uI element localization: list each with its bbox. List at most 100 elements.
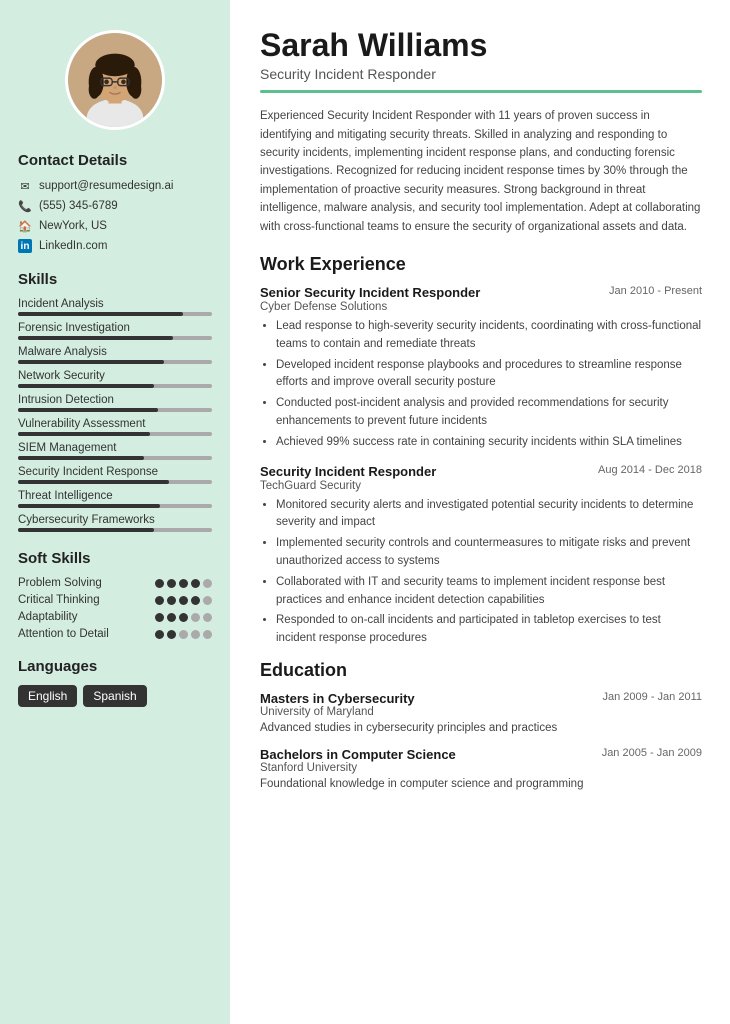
dot <box>179 630 188 639</box>
contact-location: 🏠 NewYork, US <box>18 219 212 233</box>
phone-icon: 📞 <box>18 199 32 213</box>
skill-item: Forensic Investigation <box>18 322 212 340</box>
job-bullet: Conducted post-incident analysis and pro… <box>276 395 702 431</box>
skill-bar-bg <box>18 336 212 340</box>
home-icon: 🏠 <box>18 219 32 233</box>
job-header: Security Incident Responder Aug 2014 - D… <box>260 464 702 479</box>
linkedin-icon: in <box>18 239 32 253</box>
soft-skill-item: Attention to Detail <box>18 628 212 640</box>
skill-bar-fill <box>18 384 154 388</box>
summary-text: Experienced Security Incident Responder … <box>260 107 702 236</box>
skill-item: Intrusion Detection <box>18 394 212 412</box>
job-bullet: Developed incident response playbooks an… <box>276 357 702 393</box>
job-bullet: Lead response to high-severity security … <box>276 318 702 354</box>
skill-item: Security Incident Response <box>18 466 212 484</box>
job-company: TechGuard Security <box>260 480 702 492</box>
skill-bar-fill <box>18 360 164 364</box>
dot <box>179 613 188 622</box>
skill-bar-fill <box>18 480 169 484</box>
edu-date: Jan 2005 - Jan 2009 <box>602 747 702 759</box>
dots <box>155 613 212 622</box>
dot <box>203 630 212 639</box>
dot <box>155 630 164 639</box>
soft-skill-name: Critical Thinking <box>18 594 113 606</box>
job-bullet: Monitored security alerts and investigat… <box>276 497 702 533</box>
dot <box>203 579 212 588</box>
skill-name: Cybersecurity Frameworks <box>18 514 212 526</box>
lang-spanish: Spanish <box>83 685 146 707</box>
dot <box>203 596 212 605</box>
dot <box>191 630 200 639</box>
skill-bar-bg <box>18 408 212 412</box>
soft-skills-list: Problem Solving Critical Thinking Adapta… <box>18 577 212 640</box>
soft-skill-name: Adaptability <box>18 611 113 623</box>
skill-bar-fill <box>18 312 183 316</box>
candidate-job-title: Security Incident Responder <box>260 66 702 82</box>
dot <box>155 579 164 588</box>
edu-school: University of Maryland <box>260 706 702 718</box>
contact-title: Contact Details <box>18 152 212 169</box>
dots <box>155 630 212 639</box>
skill-bar-bg <box>18 432 212 436</box>
skill-bar-fill <box>18 336 173 340</box>
skill-name: Malware Analysis <box>18 346 212 358</box>
edu-degree: Bachelors in Computer Science <box>260 747 456 762</box>
job-title-name: Security Incident Responder <box>260 464 436 479</box>
soft-skill-item: Critical Thinking <box>18 594 212 606</box>
avatar <box>65 30 165 130</box>
skill-bar-bg <box>18 312 212 316</box>
skill-name: Threat Intelligence <box>18 490 212 502</box>
skill-bar-bg <box>18 456 212 460</box>
job-bullet: Responded to on-call incidents and parti… <box>276 612 702 648</box>
skill-item: SIEM Management <box>18 442 212 460</box>
soft-skill-name: Problem Solving <box>18 577 113 589</box>
job-bullet: Achieved 99% success rate in containing … <box>276 434 702 452</box>
contact-location-text: NewYork, US <box>39 220 107 232</box>
dot <box>191 613 200 622</box>
dot <box>167 613 176 622</box>
accent-divider <box>260 90 702 93</box>
skill-bar-bg <box>18 360 212 364</box>
job-bullet: Collaborated with IT and security teams … <box>276 574 702 610</box>
contact-linkedin: in LinkedIn.com <box>18 239 212 253</box>
skill-name: Intrusion Detection <box>18 394 212 406</box>
soft-skill-name: Attention to Detail <box>18 628 113 640</box>
skill-name: Forensic Investigation <box>18 322 212 334</box>
job-title-name: Senior Security Incident Responder <box>260 285 480 300</box>
edu-date: Jan 2009 - Jan 2011 <box>603 691 702 703</box>
dots <box>155 579 212 588</box>
education-list: Masters in Cybersecurity Jan 2009 - Jan … <box>260 691 702 794</box>
contact-phone-text: (555) 345-6789 <box>39 200 118 212</box>
jobs-list: Senior Security Incident Responder Jan 2… <box>260 285 702 648</box>
job-item: Senior Security Incident Responder Jan 2… <box>260 285 702 452</box>
lang-english: English <box>18 685 77 707</box>
skill-item: Incident Analysis <box>18 298 212 316</box>
skill-name: Incident Analysis <box>18 298 212 310</box>
edu-school: Stanford University <box>260 762 702 774</box>
candidate-name: Sarah Williams <box>260 28 702 63</box>
job-bullets: Lead response to high-severity security … <box>260 318 702 452</box>
skill-name: SIEM Management <box>18 442 212 454</box>
skill-item: Cybersecurity Frameworks <box>18 514 212 532</box>
contact-email: ✉ support@resumedesign.ai <box>18 179 212 193</box>
skill-item: Threat Intelligence <box>18 490 212 508</box>
skill-item: Network Security <box>18 370 212 388</box>
job-bullet: Implemented security controls and counte… <box>276 535 702 571</box>
soft-skill-item: Adaptability <box>18 611 212 623</box>
edu-desc: Foundational knowledge in computer scien… <box>260 776 702 793</box>
contact-linkedin-text: LinkedIn.com <box>39 240 107 252</box>
skill-bar-fill <box>18 456 144 460</box>
dot <box>167 579 176 588</box>
soft-skill-item: Problem Solving <box>18 577 212 589</box>
dot <box>179 579 188 588</box>
dot <box>191 579 200 588</box>
skill-name: Network Security <box>18 370 212 382</box>
job-date: Jan 2010 - Present <box>609 285 702 297</box>
job-item: Security Incident Responder Aug 2014 - D… <box>260 464 702 649</box>
job-header: Senior Security Incident Responder Jan 2… <box>260 285 702 300</box>
edu-item: Masters in Cybersecurity Jan 2009 - Jan … <box>260 691 702 737</box>
dot <box>167 630 176 639</box>
skill-name: Vulnerability Assessment <box>18 418 212 430</box>
skill-bar-bg <box>18 528 212 532</box>
avatar-container <box>18 30 212 130</box>
